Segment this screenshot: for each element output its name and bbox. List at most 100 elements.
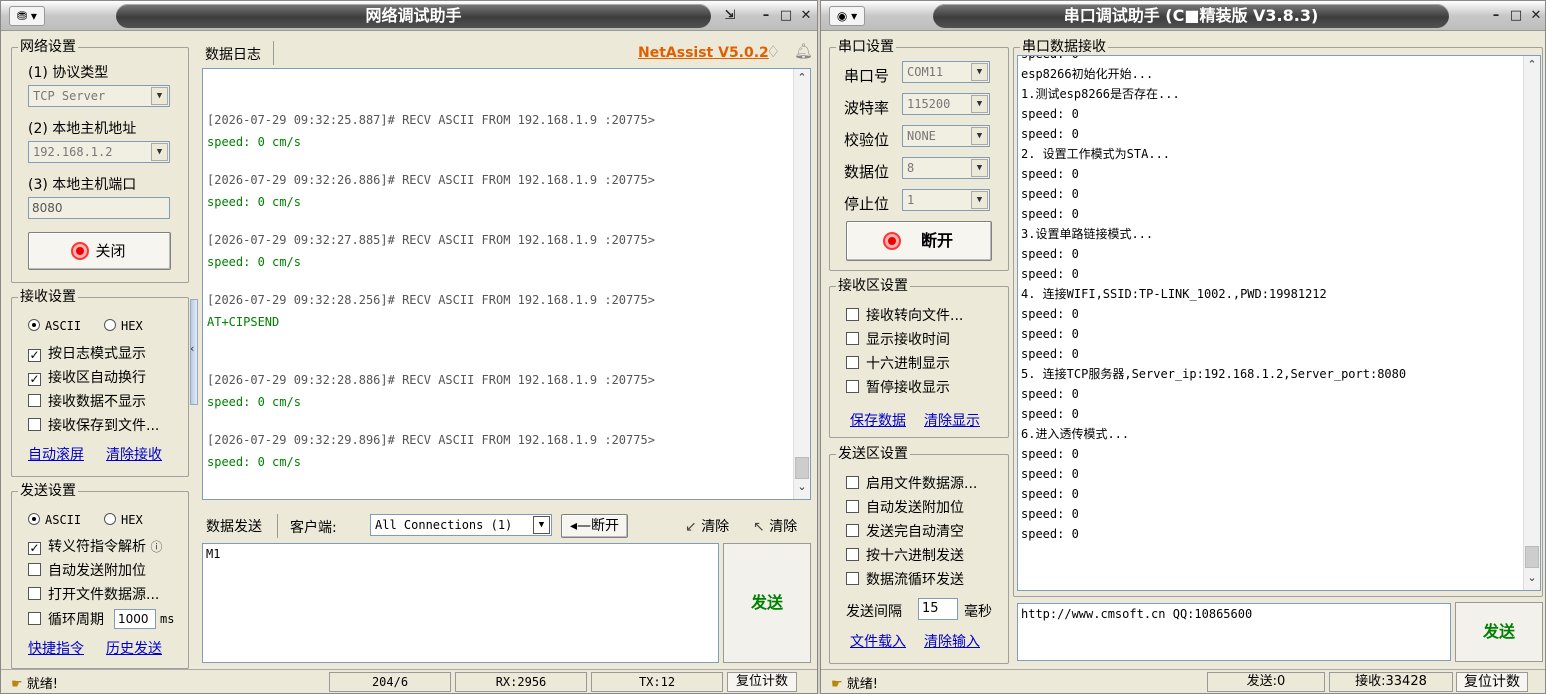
serial-receive-panel[interactable]: speed: 0 esp8266初始化开始... 1.测试esp8266是否存在..…	[1017, 55, 1541, 591]
hex-display-checkbox[interactable]: 十六进制显示	[846, 353, 950, 373]
serial-send-button[interactable]: 发送	[1455, 602, 1543, 662]
databits-select[interactable]: 8 ▼	[902, 157, 990, 179]
auto-clear-label: 发送完自动清空	[866, 524, 964, 540]
auto-clear-checkbox[interactable]: 发送完自动清空	[846, 521, 964, 541]
parity-select[interactable]: NONE ▼	[902, 125, 990, 147]
clear-receive-link[interactable]: 清除接收	[106, 444, 162, 464]
log-entry: [2026-07-29 09:32:28.886]# RECV ASCII FR…	[207, 373, 655, 409]
send-history-link[interactable]: 历史发送	[106, 638, 162, 658]
scroll-down-icon[interactable]: ⌄	[1524, 571, 1540, 588]
serial-disconnect-button[interactable]: 断开	[846, 221, 992, 261]
loop-send-checkbox[interactable]: 数据流循环发送	[846, 569, 964, 589]
save-data-link[interactable]: 保存数据	[850, 410, 906, 430]
auto-scroll-link[interactable]: 自动滚屏	[28, 444, 84, 464]
send-button[interactable]: 发送	[723, 543, 811, 663]
open-file-source-checkbox[interactable]: 打开文件数据源...	[28, 584, 159, 604]
serial-receive-line: 1.测试esp8266是否存在...	[1021, 87, 1180, 101]
append-bits-checkbox[interactable]: 自动发送附加位	[28, 560, 146, 580]
serial-send-textarea[interactable]: http://www.cmsoft.cn QQ:10865600	[1017, 603, 1451, 661]
shortcut-commands-link[interactable]: 快捷指令	[28, 638, 84, 658]
auto-wrap-checkbox[interactable]: ✓ 接收区自动换行	[28, 367, 146, 387]
brand-version-link[interactable]: NetAssist V5.0.2	[638, 45, 769, 61]
close-window-button[interactable]: ✕	[797, 6, 815, 26]
disconnect-client-button[interactable]: ◂—断开	[561, 514, 628, 538]
clear-input-link[interactable]: 清除输入	[924, 631, 980, 651]
port-settings-title: 串口设置	[836, 39, 896, 55]
minimize-button[interactable]: –	[1487, 6, 1505, 26]
cycle-label: 循环周期	[48, 612, 104, 628]
interval-input[interactable]: 15	[918, 598, 958, 620]
chevron-down-icon: ▼	[971, 127, 988, 145]
netassist-titlebar[interactable]: ⛃ ▾ 网络调试助手 ⇲ – □ ✕	[1, 1, 817, 31]
serial-scrollbar[interactable]: ⌃ ⌄	[1523, 56, 1540, 590]
scroll-thumb[interactable]	[795, 457, 809, 479]
serial-send-settings-group: 发送区设置 启用文件数据源... 自动发送附加位 发送完自动清空 按十六进制发送…	[829, 446, 1009, 664]
pause-display-checkbox[interactable]: 暂停接收显示	[846, 377, 950, 397]
maximize-button[interactable]: □	[777, 6, 795, 26]
clear-send-button[interactable]: ↙ 清除	[685, 516, 729, 536]
hide-data-label: 接收数据不显示	[48, 394, 146, 410]
info-icon[interactable]: ⓘ	[150, 540, 162, 554]
clear-display-link[interactable]: 清除显示	[924, 410, 980, 430]
maximize-button[interactable]: □	[1507, 6, 1525, 26]
client-select[interactable]: All Connections (1) ▼	[370, 514, 552, 536]
recv-ascii-radio[interactable]: ASCII	[28, 318, 81, 334]
tab-data-send[interactable]: 数据发送	[206, 516, 262, 536]
hex-send-checkbox[interactable]: 按十六进制发送	[846, 545, 964, 565]
scroll-down-icon[interactable]: ⌄	[794, 480, 810, 497]
port-input[interactable]: 8080	[28, 197, 170, 219]
app-menu-icon[interactable]: ⛃ ▾	[9, 6, 45, 26]
close-window-button[interactable]: ✕	[1527, 6, 1545, 26]
scroll-thumb[interactable]	[1525, 546, 1539, 568]
host-value: 192.168.1.2	[33, 145, 113, 159]
port-select[interactable]: COM11 ▼	[902, 61, 990, 83]
serial-reset-count-button[interactable]: 复位计数	[1456, 672, 1528, 692]
status-ready: ☛ 就绪!	[11, 673, 58, 692]
file-load-link[interactable]: 文件载入	[850, 631, 906, 651]
escape-parse-checkbox[interactable]: ✓ 转义符指令解析 ⓘ	[28, 536, 162, 556]
show-time-checkbox[interactable]: 显示接收时间	[846, 329, 950, 349]
scroll-up-icon[interactable]: ⌃	[794, 71, 810, 88]
data-log-panel[interactable]: [2026-07-29 09:32:25.887]# RECV ASCII FR…	[202, 68, 811, 500]
baud-select[interactable]: 115200 ▼	[902, 93, 990, 115]
file-source-checkbox[interactable]: 启用文件数据源...	[846, 473, 977, 493]
send-ascii-radio[interactable]: ASCII	[28, 512, 81, 528]
stopbits-select[interactable]: 1 ▼	[902, 189, 990, 211]
serial-append-checkbox[interactable]: 自动发送附加位	[846, 497, 964, 517]
redirect-file-label: 接收转向文件...	[866, 308, 964, 324]
protocol-select[interactable]: TCP Server ▼	[28, 85, 170, 107]
send-ascii-label: ASCII	[45, 513, 82, 527]
close-connection-button[interactable]: 关闭	[28, 232, 171, 270]
serial-disconnect-label: 断开	[920, 231, 953, 250]
port-label: (3) 本地主机端口	[28, 177, 137, 193]
log-scrollbar[interactable]: ⌃ ⌄	[793, 69, 810, 499]
scroll-up-icon[interactable]: ⌃	[1524, 58, 1540, 75]
log-entry-data: speed: 0 cm/s	[207, 195, 301, 209]
clear-all-button[interactable]: ↖ 清除	[753, 516, 797, 536]
cycle-checkbox[interactable]: 循环周期	[28, 609, 104, 629]
serial-titlebar[interactable]: ◉ ▾ 串口调试助手 (C■精装版 V3.8.3) – □ ✕	[821, 1, 1545, 31]
cycle-period-input[interactable]: 1000	[114, 609, 156, 629]
tab-data-log[interactable]: 数据日志	[205, 44, 261, 64]
host-select[interactable]: 192.168.1.2 ▼	[28, 141, 170, 163]
hide-data-checkbox[interactable]: 接收数据不显示	[28, 391, 146, 411]
log-mode-checkbox[interactable]: ✓ 按日志模式显示	[28, 343, 146, 363]
pin-icon[interactable]: ⇲	[719, 6, 741, 26]
close-connection-label: 关闭	[95, 242, 126, 260]
send-textarea[interactable]: M1	[202, 543, 719, 663]
reset-count-button[interactable]: 复位计数	[727, 672, 797, 692]
red-dot-icon	[73, 244, 88, 258]
log-entry: [2026-07-29 09:32:28.256]# RECV ASCII FR…	[207, 293, 655, 329]
serial-receive-line: speed: 0	[1021, 187, 1079, 201]
collapse-sidebar-handle[interactable]: ‹	[190, 299, 198, 405]
save-to-file-checkbox[interactable]: 接收保存到文件...	[28, 415, 159, 435]
diamond-icon[interactable]: ♢	[766, 42, 780, 61]
radio-icon	[28, 319, 40, 331]
status-sent: 发送:0	[1207, 672, 1325, 692]
send-hex-radio[interactable]: HEX	[104, 512, 143, 528]
minimize-button[interactable]: –	[757, 6, 775, 26]
bell-icon[interactable]: 🔔︎	[794, 42, 813, 60]
recv-hex-radio[interactable]: HEX	[104, 318, 143, 334]
redirect-file-checkbox[interactable]: 接收转向文件...	[846, 305, 963, 325]
app-menu-icon[interactable]: ◉ ▾	[829, 6, 865, 26]
